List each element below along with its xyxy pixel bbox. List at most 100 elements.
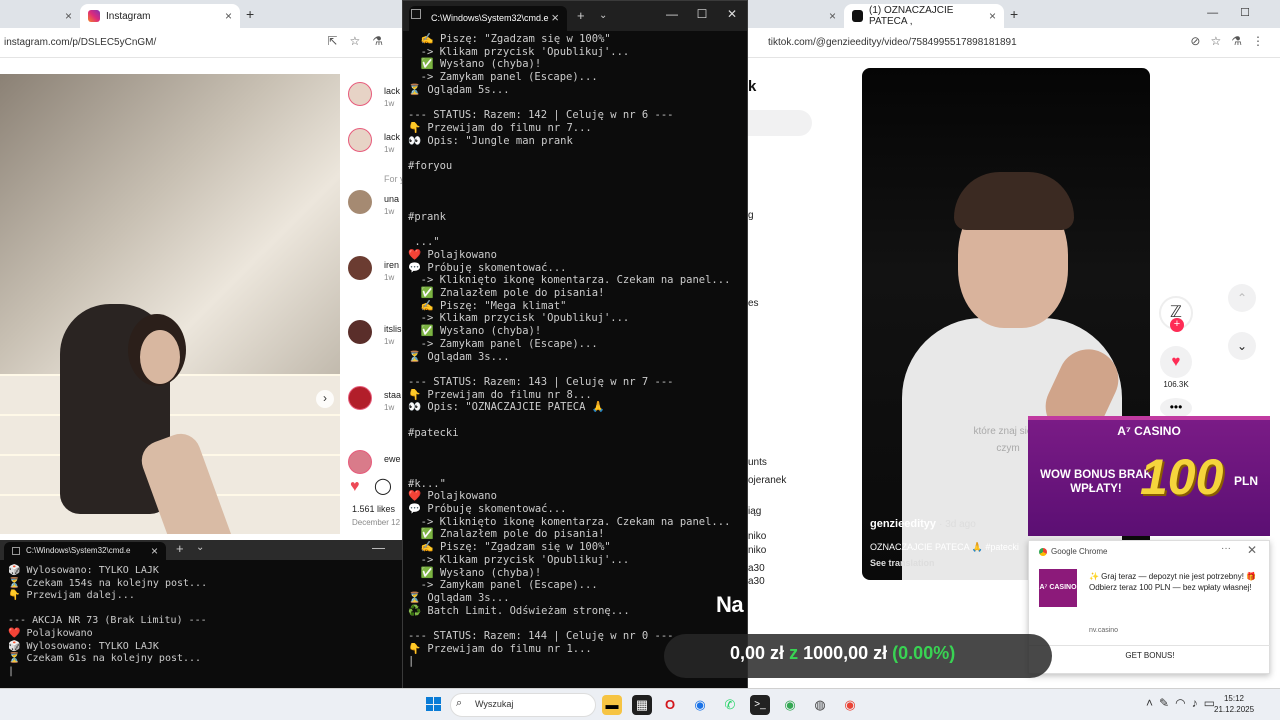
close-icon[interactable]: × bbox=[551, 10, 559, 25]
cmd-line bbox=[8, 603, 403, 616]
tab-tiktok[interactable]: (1) OZNACZAJCIE PATECA , × bbox=[844, 4, 1004, 28]
comment-item[interactable]: staa 1w bbox=[348, 386, 405, 412]
cmd-line: --- AKCJA NR 73 (Brak Limitu) --- bbox=[8, 615, 207, 627]
maximize-button[interactable]: ☐ bbox=[1240, 7, 1272, 19]
author-name[interactable]: genzieedityy bbox=[870, 518, 936, 530]
new-tab-button[interactable]: + bbox=[176, 541, 184, 556]
comment-icon[interactable]: ••• bbox=[1160, 398, 1192, 418]
comment-item[interactable]: lack 1w bbox=[348, 82, 405, 108]
eye-off-icon[interactable]: ⊘ bbox=[1190, 34, 1210, 48]
get-bonus-button[interactable]: GET BONUS! bbox=[1029, 651, 1271, 660]
search-input[interactable] bbox=[748, 110, 812, 136]
right-tab-previous[interactable]: × bbox=[748, 4, 844, 28]
whatsapp-icon[interactable]: ✆ bbox=[720, 695, 740, 715]
video-author[interactable]: genzieedityy · 3d ago bbox=[870, 518, 976, 530]
close-icon[interactable]: × bbox=[65, 9, 72, 23]
like-count[interactable]: 1.561 likes bbox=[352, 504, 395, 514]
chevron-down-icon[interactable]: ⌄ bbox=[599, 10, 607, 21]
chrome-icon[interactable]: ◉ bbox=[780, 695, 800, 715]
cmd-line: ⏳ Czekam 61s na kolejny post... bbox=[8, 653, 202, 665]
cmd-line: ⏳ Oglądam 5s... bbox=[408, 83, 510, 96]
sidebar-item[interactable]: a30 bbox=[748, 576, 765, 587]
minimize-button[interactable]: — bbox=[1207, 7, 1240, 19]
previous-video-button[interactable]: ⌃ bbox=[1228, 284, 1256, 312]
minimize-button[interactable]: — bbox=[372, 540, 385, 555]
taskbar: Wyszukaj ⌕ ▬ ▦ O ◉ ✆ >_ ◉ ◍ ◉ ˄✎◠♪▭ 15:1… bbox=[0, 688, 1280, 720]
comment-icon[interactable]: ◯ bbox=[374, 478, 392, 495]
sidebar-item[interactable]: a30 bbox=[748, 563, 765, 574]
sidebar-item[interactable]: ojeranek bbox=[748, 475, 786, 486]
comment-item[interactable]: una 1w bbox=[348, 190, 405, 216]
next-image-button[interactable]: › bbox=[316, 390, 334, 408]
cmd-line: -> Klikam przycisk 'Opublikuj'... bbox=[408, 553, 630, 566]
menu-icon[interactable]: ⋮ bbox=[1252, 34, 1274, 48]
clock[interactable]: 15:12 21.12.2025 bbox=[1214, 693, 1254, 715]
close-icon[interactable]: ✕ bbox=[1247, 543, 1257, 557]
close-icon[interactable]: × bbox=[225, 9, 232, 23]
maximize-button[interactable]: ☐ bbox=[687, 7, 717, 21]
new-tab-button[interactable]: + bbox=[1010, 6, 1018, 22]
follow-button[interactable]: + bbox=[1170, 318, 1184, 332]
app-icon[interactable]: ◍ bbox=[810, 695, 830, 715]
cmd-window-small: C:\Windows\System32\cmd.e × + ⌄ — 🎲 Wylo… bbox=[0, 540, 405, 688]
avatar bbox=[348, 256, 372, 280]
cmd-line: -> Klikam przycisk 'Opublikuj'... bbox=[408, 312, 630, 325]
file-explorer-icon[interactable]: ▬ bbox=[602, 695, 622, 715]
comment-item[interactable]: iren 1w bbox=[348, 256, 405, 282]
sidebar-item[interactable]: iąg bbox=[748, 506, 761, 517]
install-icon[interactable]: ⇱ bbox=[327, 34, 349, 48]
lab-icon[interactable]: ⚗ bbox=[372, 34, 395, 48]
casino-ad-banner[interactable]: A⁷ CASINO WOW BONUS BRAK WPŁATY! 100 PLN bbox=[1028, 416, 1270, 536]
comment-item[interactable]: lack 1w bbox=[348, 128, 405, 154]
sidebar-item[interactable]: unts bbox=[748, 457, 767, 468]
comment-time: 1w bbox=[384, 99, 395, 108]
comment-time: 1w bbox=[384, 207, 395, 216]
sidebar-item[interactable]: niko bbox=[748, 531, 766, 542]
close-icon[interactable]: × bbox=[151, 544, 158, 558]
comment-item[interactable]: ewe bbox=[348, 450, 405, 474]
chrome-icon[interactable]: ◉ bbox=[690, 695, 710, 715]
heart-icon[interactable]: ♥ bbox=[350, 478, 360, 495]
bookmark-star-icon[interactable]: ☆ bbox=[349, 34, 372, 48]
more-icon[interactable]: ··· bbox=[1221, 543, 1231, 554]
cmd-tab[interactable]: C:\Windows\System32\cmd.e × bbox=[4, 542, 166, 560]
overlay-title-main: Na rozwój bbox=[716, 592, 816, 617]
chrome-icon[interactable]: ◉ bbox=[840, 695, 860, 715]
volume-icon[interactable]: ♪ bbox=[1192, 696, 1204, 710]
chrome-notification[interactable]: Google Chrome ··· ✕ A⁷ CASINO ✨ Graj ter… bbox=[1028, 540, 1271, 674]
tab-instagram[interactable]: Instagram × bbox=[80, 4, 240, 28]
close-icon[interactable]: × bbox=[989, 9, 996, 23]
cmd-line: -> Kliknięto ikonę komentarza. Czekam na… bbox=[408, 515, 731, 528]
money-goal: 1000,00 zł bbox=[803, 643, 888, 663]
terminal-icon[interactable]: >_ bbox=[750, 695, 770, 715]
comment-item[interactable]: itslis 1w bbox=[348, 320, 405, 346]
cmd-output[interactable]: ✍️ Piszę: "Zgadzam się w 100%" -> Klikam… bbox=[408, 33, 744, 668]
chevron-up-icon[interactable]: ˄ bbox=[1146, 696, 1159, 710]
pen-icon[interactable]: ✎ bbox=[1159, 696, 1175, 710]
start-button[interactable] bbox=[426, 697, 441, 711]
star-icon[interactable]: ☆ bbox=[1210, 34, 1231, 48]
sidebar-item[interactable]: niko bbox=[748, 545, 766, 556]
close-icon[interactable]: × bbox=[829, 9, 836, 23]
wifi-icon[interactable]: ◠ bbox=[1175, 696, 1191, 710]
next-video-button[interactable]: ⌄ bbox=[1228, 332, 1256, 360]
minimize-button[interactable]: — bbox=[657, 7, 687, 21]
sidebar-item[interactable]: es bbox=[748, 298, 759, 309]
cmd-line: ⏳ Czekam 154s na kolejny post... bbox=[8, 577, 208, 589]
cmd-tab[interactable]: C:\Windows\System32\cmd.e × bbox=[409, 6, 567, 31]
comment-author: lack bbox=[384, 132, 401, 142]
see-translation-link[interactable]: See translation bbox=[870, 558, 935, 568]
heart-icon[interactable]: ♥ bbox=[1160, 346, 1192, 378]
opera-icon[interactable]: O bbox=[660, 695, 680, 715]
new-tab-button[interactable]: + bbox=[577, 8, 585, 23]
chevron-down-icon[interactable]: ⌄ bbox=[196, 542, 204, 553]
sidebar-item[interactable]: g bbox=[748, 210, 754, 221]
store-icon[interactable]: ▦ bbox=[632, 695, 652, 715]
new-tab-button[interactable]: + bbox=[246, 6, 254, 22]
cmd-output[interactable]: 🎲 Wylosowano: TYLKO LAJK ⏳ Czekam 154s na… bbox=[8, 565, 403, 678]
extension-icon[interactable]: ⚗ bbox=[1231, 34, 1252, 48]
close-window-button[interactable]: ✕ bbox=[717, 7, 747, 21]
taskbar-search[interactable]: Wyszukaj bbox=[450, 693, 596, 717]
left-tab-previous[interactable]: × bbox=[0, 4, 80, 28]
avatar bbox=[348, 386, 372, 410]
